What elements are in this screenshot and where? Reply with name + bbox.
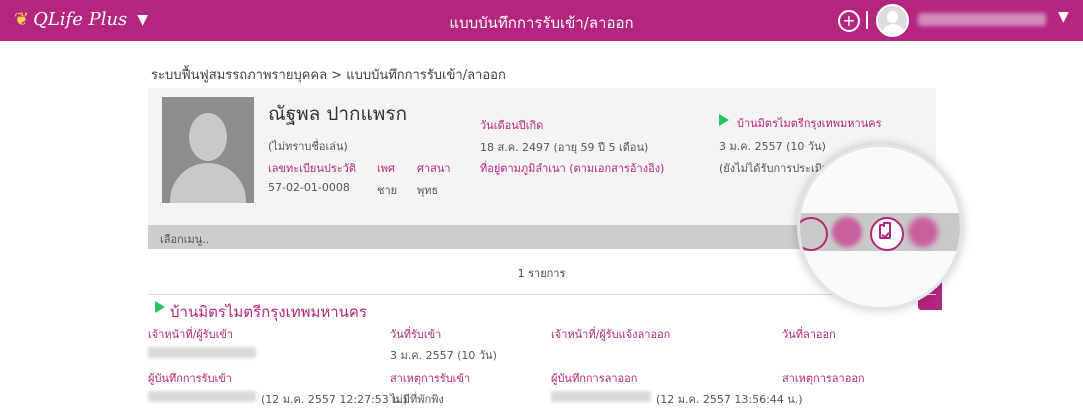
date-out-label: วันที่ลาออก	[782, 328, 836, 341]
top-bar: ❦ QLife Plus ▼ แบบบันทึกการรับเข้า/ลาออก…	[0, 0, 1083, 41]
reason-out-label: สาเหตุการลาออก	[782, 372, 865, 385]
receiver-name-blurred	[148, 347, 256, 358]
divider	[866, 11, 868, 29]
avatar-body	[882, 24, 904, 35]
recorder-in-time: (12 ม.ค. 2557 12:27:53 น.)	[261, 393, 408, 406]
avatar-head	[887, 11, 898, 23]
breadcrumb[interactable]: ระบบฟื้นฟูสมรรถภาพรายบุคคล > แบบบันทึกกา…	[151, 64, 506, 85]
photo-silhouette-head	[189, 113, 227, 161]
facility-name[interactable]: บ้านมิตรไมตรีกรุงเทพมหานคร	[737, 114, 881, 132]
religion-value: พุทธ	[417, 184, 439, 197]
facility-date: 3 ม.ค. 2557 (10 วัน)	[719, 140, 826, 153]
religion-label: ศาสนา	[417, 162, 451, 175]
menu-select-placeholder[interactable]: เลือกเมนู..	[160, 230, 209, 248]
menu-action-icon[interactable]	[908, 217, 938, 247]
add-icon[interactable]: +	[838, 10, 860, 32]
discharge-staff-label: เจ้าหน้าที่/ผู้รับแจ้งลาออก	[551, 328, 671, 341]
id-label: เลขทะเบียนประวัติ	[268, 162, 357, 175]
photo-silhouette-body	[170, 163, 246, 203]
magnifier-overlay	[797, 144, 963, 310]
green-arrow-icon	[719, 114, 729, 126]
nickname: (ไม่ทราบชื่อเล่น)	[268, 140, 348, 153]
record-facility-title: บ้านมิตรไมตรีกรุงเทพมหานคร	[170, 303, 368, 321]
reason-in-value: ไม่มีที่พักพิง	[390, 393, 444, 406]
recorder-in-name-blurred	[148, 391, 256, 402]
dob-value: 18 ส.ค. 2497 (อายุ 59 ปี 5 เดือน)	[480, 141, 649, 154]
date-in-value: 3 ม.ค. 2557 (10 วัน)	[390, 349, 497, 362]
recorder-out-time: (12 ม.ค. 2557 13:56:44 น.)	[656, 393, 803, 406]
clipboard-check-icon	[879, 222, 891, 239]
recorder-in-label: ผู้บันทึกการรับเข้า	[148, 372, 232, 385]
user-avatar[interactable]	[876, 4, 909, 37]
user-name-blurred[interactable]	[918, 13, 1046, 26]
menu-action-icon[interactable]	[832, 217, 862, 247]
gender-value: ชาย	[377, 184, 398, 197]
date-in-label: วันที่รับเข้า	[390, 328, 442, 341]
address-label[interactable]: ที่อยู่ตามภูมิลำเนา (ตามเอกสารอ้างอิง)	[480, 159, 664, 177]
person-name: ณัฐพล ปากแพรก	[268, 103, 408, 125]
user-menu-chevron-icon[interactable]: ▼	[1058, 9, 1069, 25]
profile-photo	[162, 97, 254, 203]
gender-label: เพศ	[377, 162, 395, 175]
green-arrow-icon	[155, 301, 165, 313]
recorder-out-label: ผู้บันทึกการลาออก	[551, 372, 638, 385]
receiver-label: เจ้าหน้าที่/ผู้รับเข้า	[148, 328, 234, 341]
divider	[148, 294, 936, 295]
recorder-out-name-blurred	[551, 391, 651, 402]
dob-label: วันเดือนปีเกิด	[480, 119, 544, 132]
reason-in-label: สาเหตุการรับเข้า	[390, 372, 471, 385]
id-value: 57-02-01-0008	[268, 181, 350, 194]
